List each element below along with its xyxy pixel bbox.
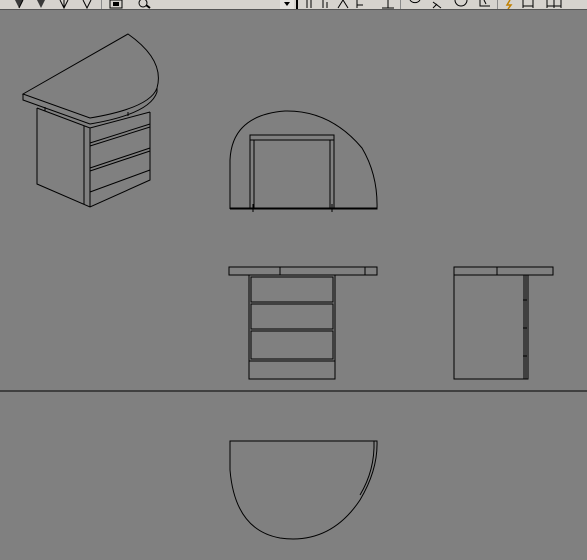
dimension-baseline-icon[interactable]	[354, 0, 366, 9]
side-elevation-view	[229, 110, 378, 212]
dimension-aligned-icon[interactable]	[336, 0, 350, 9]
zoom-icon[interactable]	[136, 0, 154, 9]
top-toolbar	[0, 0, 587, 10]
front-elevation-view	[228, 266, 378, 380]
dimension-vertical-icon[interactable]	[319, 0, 331, 9]
camera-box-icon[interactable]	[107, 0, 125, 9]
dropdown-arrow-icon[interactable]	[280, 0, 294, 9]
dimension-leader-icon[interactable]	[476, 0, 492, 9]
dimension-angle-icon[interactable]	[407, 0, 423, 9]
cad-application	[0, 0, 587, 560]
dimension-vertical-icon[interactable]	[303, 0, 315, 9]
dimension-continue-icon[interactable]	[545, 0, 563, 9]
shaded-cube-icon[interactable]	[12, 0, 26, 9]
isometric-view	[21, 33, 159, 208]
snap-quick-icon[interactable]	[503, 0, 517, 9]
dimension-linear-icon[interactable]	[521, 0, 535, 9]
cad-drawing-canvas	[0, 33, 587, 540]
drawing-viewport[interactable]	[0, 10, 587, 560]
hidden-cube-icon[interactable]	[80, 0, 94, 9]
dimension-radius-icon[interactable]	[380, 0, 396, 9]
dimension-leader-icon[interactable]	[453, 0, 469, 9]
right-elevation-view	[453, 266, 554, 380]
plan-view	[229, 440, 378, 540]
dimension-diameter-icon[interactable]	[430, 0, 444, 9]
shaded-cube-icon[interactable]	[34, 0, 48, 9]
wire-cube-icon[interactable]	[57, 0, 71, 9]
